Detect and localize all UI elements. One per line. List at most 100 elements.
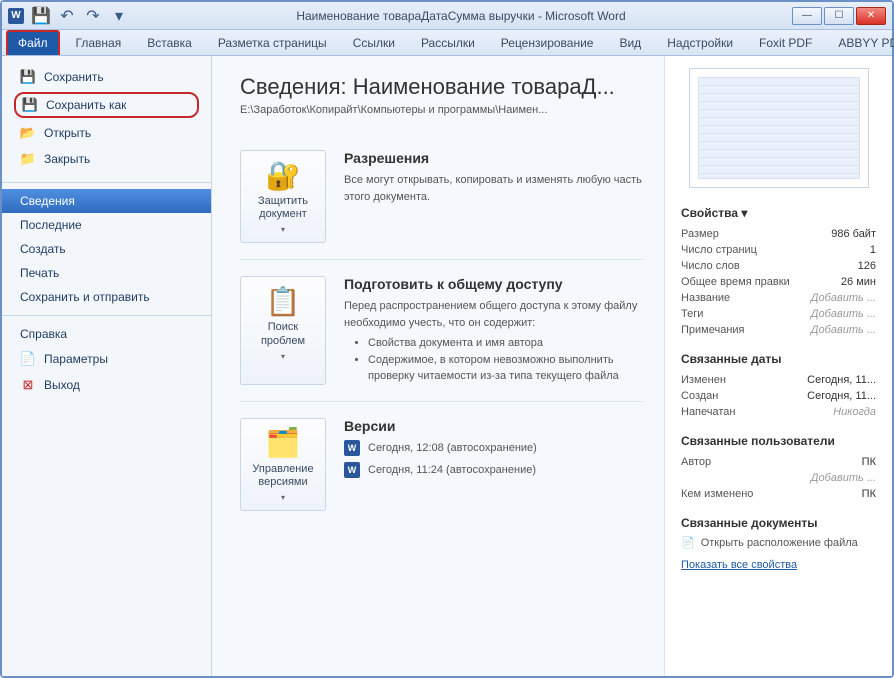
nav-open-label: Открыть <box>44 126 91 140</box>
tab-addins[interactable]: Надстройки <box>657 32 743 55</box>
qat-customize-button[interactable]: ▾ <box>108 6 130 26</box>
nav-save-as-label: Сохранить как <box>46 98 126 112</box>
protect-document-label: Защитить документ <box>245 195 321 221</box>
tab-file[interactable]: Файл <box>6 30 60 55</box>
nav-open[interactable]: 📂 Открыть <box>2 120 211 146</box>
permissions-section: 🔐 Защитить документ ▾ Разрешения Все мог… <box>240 134 644 260</box>
inspect-icon: 📋 <box>267 285 299 317</box>
show-all-properties[interactable]: Показать все свойства <box>681 559 797 571</box>
prepare-bullet: Содержимое, в котором невозможно выполни… <box>368 352 644 385</box>
prop-size-key: Размер <box>681 228 719 240</box>
related-docs-heading: Связанные документы <box>681 516 876 530</box>
prop-comments-add[interactable]: Добавить ... <box>811 324 876 336</box>
nav-exit-label: Выход <box>44 378 80 392</box>
nav-print-label: Печать <box>20 266 59 280</box>
related-dates-heading: Связанные даты <box>681 352 876 366</box>
properties-heading[interactable]: Свойства ▾ <box>681 206 876 220</box>
prop-title-add[interactable]: Добавить ... <box>811 292 876 304</box>
check-issues-label: Поиск проблем <box>245 321 321 347</box>
qat-undo-button[interactable]: ↶ <box>56 6 78 26</box>
prop-author-key: Автор <box>681 456 711 468</box>
prop-edit-key: Общее время правки <box>681 276 790 288</box>
tab-insert[interactable]: Вставка <box>137 32 202 55</box>
prepare-bullet: Свойства документа и имя автора <box>368 335 644 352</box>
prop-tags-key: Теги <box>681 308 703 320</box>
dropdown-arrow-icon: ▾ <box>281 352 285 361</box>
nav-share[interactable]: Сохранить и отправить <box>2 285 211 309</box>
tab-view[interactable]: Вид <box>609 32 651 55</box>
prop-lastmod-key: Кем изменено <box>681 488 753 500</box>
nav-new-label: Создать <box>20 242 66 256</box>
close-button[interactable]: ✕ <box>856 7 886 25</box>
versions-title: Версии <box>344 418 644 434</box>
prop-author-val: ПК <box>862 456 876 468</box>
lock-icon: 🔐 <box>267 159 299 191</box>
tab-mailings[interactable]: Рассылки <box>411 32 485 55</box>
open-file-location-label: Открыть расположение файла <box>701 537 858 549</box>
protect-document-button[interactable]: 🔐 Защитить документ ▾ <box>240 150 326 243</box>
version-item[interactable]: W Сегодня, 12:08 (автосохранение) <box>344 440 644 456</box>
nav-help[interactable]: Справка <box>2 322 211 346</box>
related-people-heading: Связанные пользователи <box>681 434 876 448</box>
version-item[interactable]: W Сегодня, 11:24 (автосохранение) <box>344 462 644 478</box>
nav-close[interactable]: 📁 Закрыть <box>2 146 211 172</box>
prop-author-add[interactable]: Добавить ... <box>811 472 876 484</box>
manage-versions-button[interactable]: 🗂️ Управление версиями ▾ <box>240 418 326 511</box>
permissions-desc: Все могут открывать, копировать и изменя… <box>344 172 644 205</box>
nav-options[interactable]: 📄 Параметры <box>2 346 211 372</box>
nav-exit[interactable]: ⊠ Выход <box>2 372 211 398</box>
nav-new[interactable]: Создать <box>2 237 211 261</box>
nav-recent[interactable]: Последние <box>2 213 211 237</box>
nav-info[interactable]: Сведения <box>2 189 211 213</box>
tab-home[interactable]: Главная <box>66 32 132 55</box>
prop-created-val: Сегодня, 11... <box>807 390 876 402</box>
prop-edit-val: 26 мин <box>841 276 876 288</box>
document-thumbnail[interactable] <box>689 68 869 188</box>
prop-created-key: Создан <box>681 390 718 402</box>
prop-words-val: 126 <box>858 260 876 272</box>
qat-save-button[interactable]: 💾 <box>30 6 52 26</box>
word-doc-icon: W <box>344 440 360 456</box>
backstage-nav: 💾 Сохранить 💾 Сохранить как 📂 Открыть 📁 … <box>2 56 212 676</box>
nav-print[interactable]: Печать <box>2 261 211 285</box>
quick-access-toolbar: 💾 ↶ ↷ ▾ <box>30 6 130 26</box>
prop-modified-key: Изменен <box>681 374 726 386</box>
dropdown-arrow-icon: ▾ <box>281 225 285 234</box>
prop-tags-add[interactable]: Добавить ... <box>811 308 876 320</box>
prop-pages-val: 1 <box>870 244 876 256</box>
check-issues-button[interactable]: 📋 Поиск проблем ▾ <box>240 276 326 385</box>
versions-icon: 🗂️ <box>267 427 299 459</box>
nav-save-as[interactable]: 💾 Сохранить как <box>14 92 199 118</box>
options-icon: 📄 <box>20 351 36 367</box>
prop-comments-key: Примечания <box>681 324 745 336</box>
prop-title-key: Название <box>681 292 730 304</box>
qat-redo-button[interactable]: ↷ <box>82 6 104 26</box>
exit-icon: ⊠ <box>20 377 36 393</box>
info-main: Сведения: Наименование товараД... E:\Зар… <box>212 56 664 676</box>
manage-versions-label: Управление версиями <box>245 463 321 489</box>
tab-review[interactable]: Рецензирование <box>491 32 604 55</box>
prepare-section: 📋 Поиск проблем ▾ Подготовить к общему д… <box>240 260 644 402</box>
nav-close-label: Закрыть <box>44 152 90 166</box>
prepare-desc: Перед распространением общего доступа к … <box>344 298 644 331</box>
tab-abbyy[interactable]: ABBYY PDF Transformer+ <box>828 32 894 55</box>
maximize-button[interactable]: ☐ <box>824 7 854 25</box>
open-file-location[interactable]: 📄 Открыть расположение файла <box>681 536 876 549</box>
minimize-button[interactable]: — <box>792 7 822 25</box>
save-icon: 💾 <box>20 69 36 85</box>
prop-lastmod-val: ПК <box>862 488 876 500</box>
prop-size-val: 986 байт <box>831 228 876 240</box>
tab-references[interactable]: Ссылки <box>343 32 405 55</box>
word-doc-icon: W <box>344 462 360 478</box>
info-heading: Сведения: Наименование товараД... <box>240 74 644 100</box>
tab-foxit[interactable]: Foxit PDF <box>749 32 822 55</box>
nav-save[interactable]: 💾 Сохранить <box>2 64 211 90</box>
tab-pagelayout[interactable]: Разметка страницы <box>208 32 337 55</box>
prop-words-key: Число слов <box>681 260 740 272</box>
nav-share-label: Сохранить и отправить <box>20 290 150 304</box>
permissions-title: Разрешения <box>344 150 644 166</box>
prop-modified-val: Сегодня, 11... <box>807 374 876 386</box>
nav-recent-label: Последние <box>20 218 82 232</box>
open-icon: 📂 <box>20 125 36 141</box>
prop-printed-key: Напечатан <box>681 406 735 418</box>
